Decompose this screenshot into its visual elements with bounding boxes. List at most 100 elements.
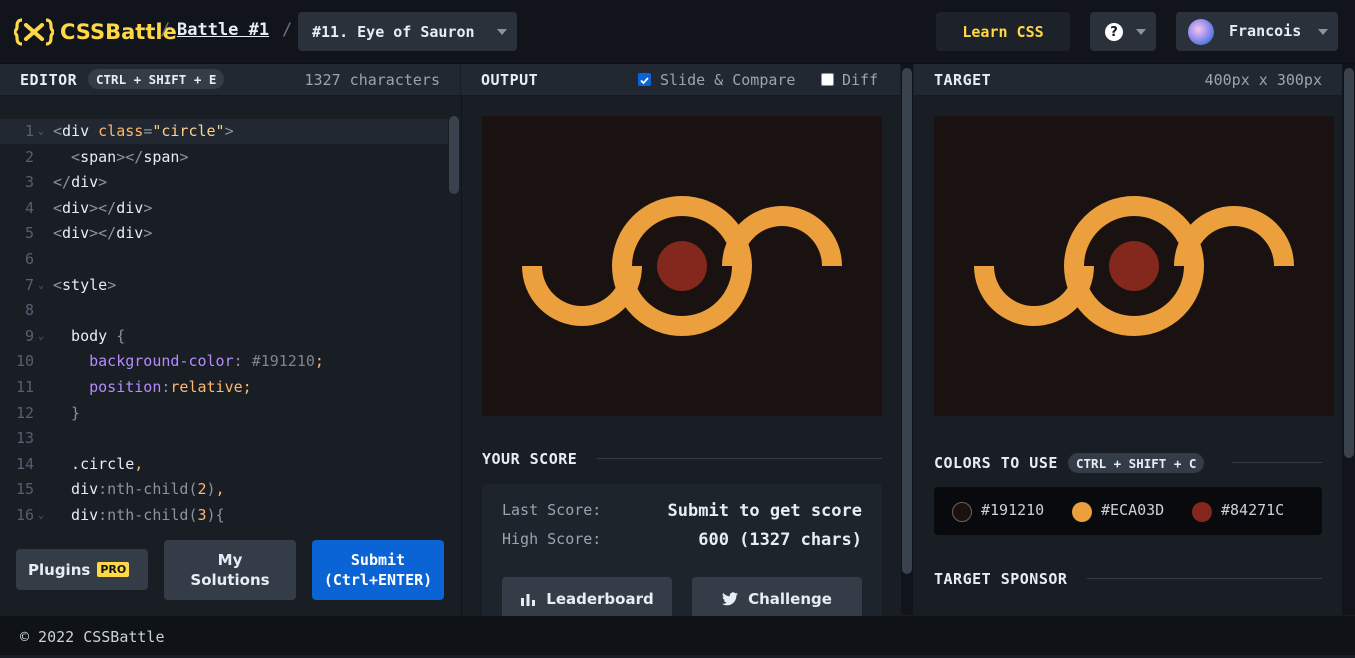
output-panel: YOUR SCORE Last Score: Submit to get sco…: [461, 96, 900, 624]
code-token: >: [224, 122, 234, 140]
code-line[interactable]: 4 <div></div>: [0, 196, 448, 221]
code-token: {: [116, 326, 126, 345]
learn-css-button[interactable]: Learn CSS: [936, 12, 1070, 51]
code-token: div: [116, 198, 144, 217]
code-token: <: [53, 147, 81, 166]
leaderboard-label: Leaderboard: [546, 590, 654, 608]
color-swatch-2[interactable]: [1072, 502, 1092, 522]
divider: [1087, 578, 1322, 579]
target-sponsor-title: TARGET SPONSOR: [934, 570, 1068, 588]
code-token: div: [71, 173, 99, 192]
code-token: >: [98, 173, 108, 192]
code-token: >: [143, 198, 153, 217]
code-text: div:nth-child(3){: [53, 503, 225, 528]
target-panel: COLORS TO USE CTRL + SHIFT + C #191210 #…: [914, 96, 1342, 616]
top-bar: CSSBattle / Battle #1 / #11. Eye of Saur…: [0, 0, 1355, 64]
submit-label-line1: Submit: [350, 551, 406, 569]
output-scrollbar[interactable]: [901, 64, 913, 615]
code-line[interactable]: 1 ⌄ <div class="circle">: [0, 119, 448, 144]
slide-compare-checkbox[interactable]: [638, 73, 651, 86]
line-number: 4: [24, 198, 34, 217]
target-size: 400px x 300px: [1204, 71, 1322, 89]
challenge-label: Challenge: [748, 590, 832, 608]
fold-chevron-icon[interactable]: ⌄: [38, 503, 44, 528]
code-editor[interactable]: 1 ⌄ <div class="circle"> 2 <span></span> 3 </…: [0, 96, 460, 616]
last-score-label: Last Score:: [502, 501, 602, 519]
color-code-3[interactable]: #84271C: [1221, 501, 1284, 519]
color-swatch-1[interactable]: [952, 502, 972, 522]
chevron-down-icon: [497, 29, 507, 35]
color-swatch-3[interactable]: [1192, 502, 1212, 522]
color-code-2[interactable]: #ECA03D: [1101, 501, 1164, 519]
code-token: >: [107, 275, 117, 294]
code-text: background-color: #191210;: [53, 349, 324, 374]
plugins-label: Plugins: [28, 560, 91, 579]
code-text: position:relative;: [53, 375, 252, 400]
challenge-button[interactable]: Challenge: [692, 577, 862, 621]
target-eye-drawing: [974, 196, 1294, 336]
editor-scrollbar[interactable]: [449, 116, 459, 194]
code-text: body {: [53, 324, 125, 349]
code-line[interactable]: 7 ⌄ <style>: [0, 273, 448, 298]
code-token: div: [62, 224, 90, 243]
fold-chevron-icon[interactable]: ⌄: [38, 273, 44, 298]
high-score-value: 600 (1327 chars): [698, 530, 862, 550]
avatar: [1188, 19, 1214, 45]
target-select-dropdown[interactable]: #11. Eye of Sauron: [298, 12, 517, 51]
code-line[interactable]: 5 <div></div>: [0, 221, 448, 246]
code-token: relative: [170, 378, 243, 396]
logo[interactable]: CSSBattle: [14, 17, 177, 47]
line-number: 12: [15, 403, 34, 422]
code-token: #191210: [251, 352, 315, 371]
output-canvas[interactable]: [482, 116, 882, 416]
code-token: ;: [242, 378, 252, 396]
code-line[interactable]: 10 background-color: #191210;: [0, 349, 448, 374]
fold-chevron-icon[interactable]: ⌄: [38, 324, 44, 349]
scrollbar-thumb[interactable]: [902, 68, 912, 574]
target-header: TARGET 400px x 300px: [914, 64, 1342, 96]
code-token: <: [53, 275, 63, 294]
code-token: 2: [197, 480, 207, 499]
code-line[interactable]: 2 <span></span>: [0, 145, 448, 170]
code-line[interactable]: 14 .circle,: [0, 452, 448, 477]
fold-chevron-icon[interactable]: ⌄: [38, 119, 44, 144]
breadcrumb-separator: /: [282, 20, 293, 40]
code-token: :nth-child(: [98, 480, 198, 499]
submit-button[interactable]: Submit (Ctrl+ENTER): [312, 540, 444, 600]
code-line[interactable]: 9 ⌄ body {: [0, 324, 448, 349]
diff-label[interactable]: Diff: [842, 71, 878, 89]
diff-checkbox[interactable]: [821, 73, 834, 86]
code-text: <style>: [53, 273, 116, 298]
slide-compare-label[interactable]: Slide & Compare: [660, 71, 795, 89]
help-menu-button[interactable]: ?: [1090, 12, 1156, 51]
plugins-button[interactable]: Plugins PRO: [16, 549, 148, 590]
code-token: class: [89, 122, 144, 140]
code-token: <: [53, 224, 63, 243]
code-token: ></: [89, 224, 117, 243]
breadcrumb-battle-link[interactable]: Battle #1: [177, 20, 269, 40]
divider: [1232, 462, 1322, 463]
code-line[interactable]: 11 position:relative;: [0, 375, 448, 400]
leaderboard-button[interactable]: Leaderboard: [502, 577, 672, 621]
code-line[interactable]: 6: [0, 247, 448, 272]
code-line[interactable]: 15 div:nth-child(2),: [0, 477, 448, 502]
color-code-1[interactable]: #191210: [981, 501, 1044, 519]
page-scrollbar[interactable]: [1342, 64, 1355, 615]
code-line[interactable]: 3 </div>: [0, 170, 448, 195]
scrollbar-thumb[interactable]: [1344, 68, 1354, 458]
pro-badge: PRO: [97, 562, 130, 577]
code-line[interactable]: 16 ⌄ div:nth-child(3){: [0, 503, 448, 528]
code-token: "circle": [152, 122, 225, 140]
code-token: ,: [215, 480, 225, 499]
code-token: =: [143, 122, 153, 140]
line-number: 10: [15, 352, 34, 371]
code-token: ,: [134, 454, 144, 473]
user-name: Francois: [1229, 22, 1302, 40]
output-eye-drawing: [522, 196, 842, 336]
code-line[interactable]: 12 }: [0, 401, 448, 426]
code-line[interactable]: 13: [0, 426, 448, 451]
code-line[interactable]: 8: [0, 298, 448, 323]
code-token: span: [80, 147, 117, 166]
my-solutions-button[interactable]: My Solutions: [164, 540, 296, 600]
user-menu-button[interactable]: Francois: [1176, 12, 1338, 51]
